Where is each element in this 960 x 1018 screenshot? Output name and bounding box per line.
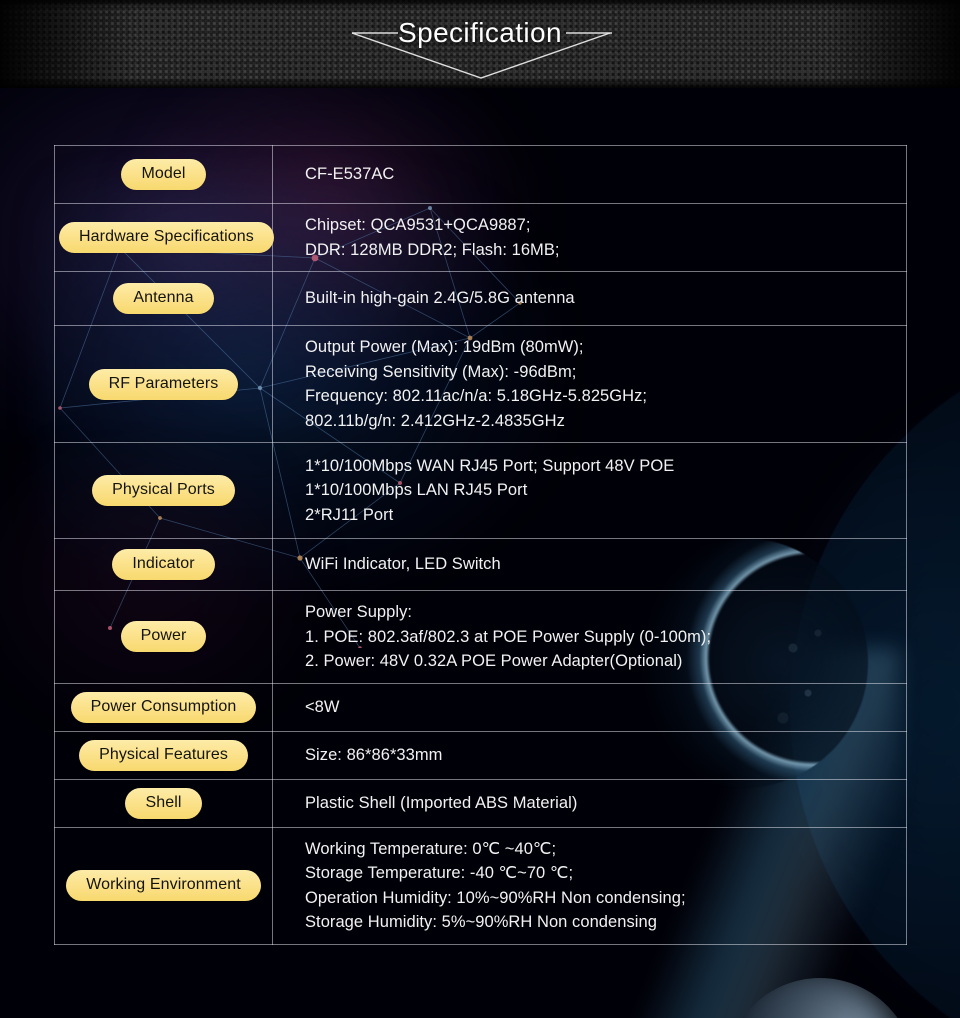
table-row: Antenna Built-in high-gain 2.4G/5.8G ant… [54, 271, 907, 326]
spec-label-cell: Physical Ports [54, 442, 273, 539]
table-row: Shell Plastic Shell (Imported ABS Materi… [54, 778, 907, 828]
spec-value-cell: Power Supply: 1. POE: 802.3af/802.3 at P… [272, 590, 907, 684]
table-row: RF Parameters Output Power (Max): 19dBm … [54, 325, 907, 443]
spec-label-pill: Power [120, 621, 207, 653]
spec-value-cell: Size: 86*86*33mm [272, 730, 907, 780]
spec-label-pill: Model [121, 159, 206, 190]
spec-label-pill: Power Consumption [70, 691, 257, 723]
spec-label-cell: RF Parameters [54, 325, 273, 443]
table-row: Indicator WiFi Indicator, LED Switch [54, 538, 907, 591]
spec-label-cell: Shell [54, 778, 273, 828]
spec-label-pill: Physical Ports [92, 475, 235, 506]
spec-label-pill: Shell [125, 787, 202, 819]
spec-label-cell: Power Consumption [54, 682, 273, 732]
spec-label-cell: Hardware Specifications [54, 203, 274, 272]
specification-table-body: Model CF-E537AC Hardware Specifications … [54, 145, 907, 945]
spec-value-cell: 1*10/100Mbps WAN RJ45 Port; Support 48V … [272, 442, 907, 539]
table-row: Model CF-E537AC [54, 145, 907, 204]
spec-value-cell: WiFi Indicator, LED Switch [272, 538, 907, 591]
table-row: Physical Features Size: 86*86*33mm [54, 730, 907, 780]
spec-value-cell: Chipset: QCA9531+QCA9887; DDR: 128MB DDR… [272, 203, 907, 272]
spec-value-cell: Built-in high-gain 2.4G/5.8G antenna [272, 271, 907, 326]
spec-label-cell: Power [54, 590, 273, 684]
table-row: Hardware Specifications Chipset: QCA9531… [54, 203, 907, 272]
table-row: Working Environment Working Temperature:… [54, 826, 907, 945]
spec-label-cell: Indicator [54, 538, 273, 591]
spec-label-cell: Model [54, 145, 273, 204]
spec-label-cell: Antenna [54, 271, 273, 326]
specification-table: Model CF-E537AC Hardware Specifications … [54, 145, 907, 945]
spec-label-pill: Physical Features [79, 739, 248, 771]
spec-value-cell: Output Power (Max): 19dBm (80mW); Receiv… [272, 325, 907, 443]
page-title: Specification [398, 17, 562, 48]
spec-label-pill: Working Environment [66, 870, 261, 901]
spec-label-pill: Hardware Specifications [59, 222, 274, 253]
table-row: Power Power Supply: 1. POE: 802.3af/802.… [54, 590, 907, 684]
specification-banner: Specification [0, 0, 960, 88]
spec-value-cell: Working Temperature: 0℃ ~40℃; Storage Te… [272, 826, 907, 945]
spec-value-cell: CF-E537AC [272, 145, 907, 204]
spec-label-pill: Indicator [112, 549, 215, 580]
spec-value-cell: Plastic Shell (Imported ABS Material) [272, 778, 907, 828]
table-row: Power Consumption <8W [54, 682, 907, 732]
spec-label-cell: Physical Features [54, 730, 273, 780]
spec-label-pill: RF Parameters [88, 368, 239, 400]
table-row: Physical Ports 1*10/100Mbps WAN RJ45 Por… [54, 442, 907, 539]
spec-value-cell: <8W [272, 682, 907, 732]
spec-label-pill: Antenna [113, 283, 214, 314]
spec-label-cell: Working Environment [54, 826, 273, 945]
